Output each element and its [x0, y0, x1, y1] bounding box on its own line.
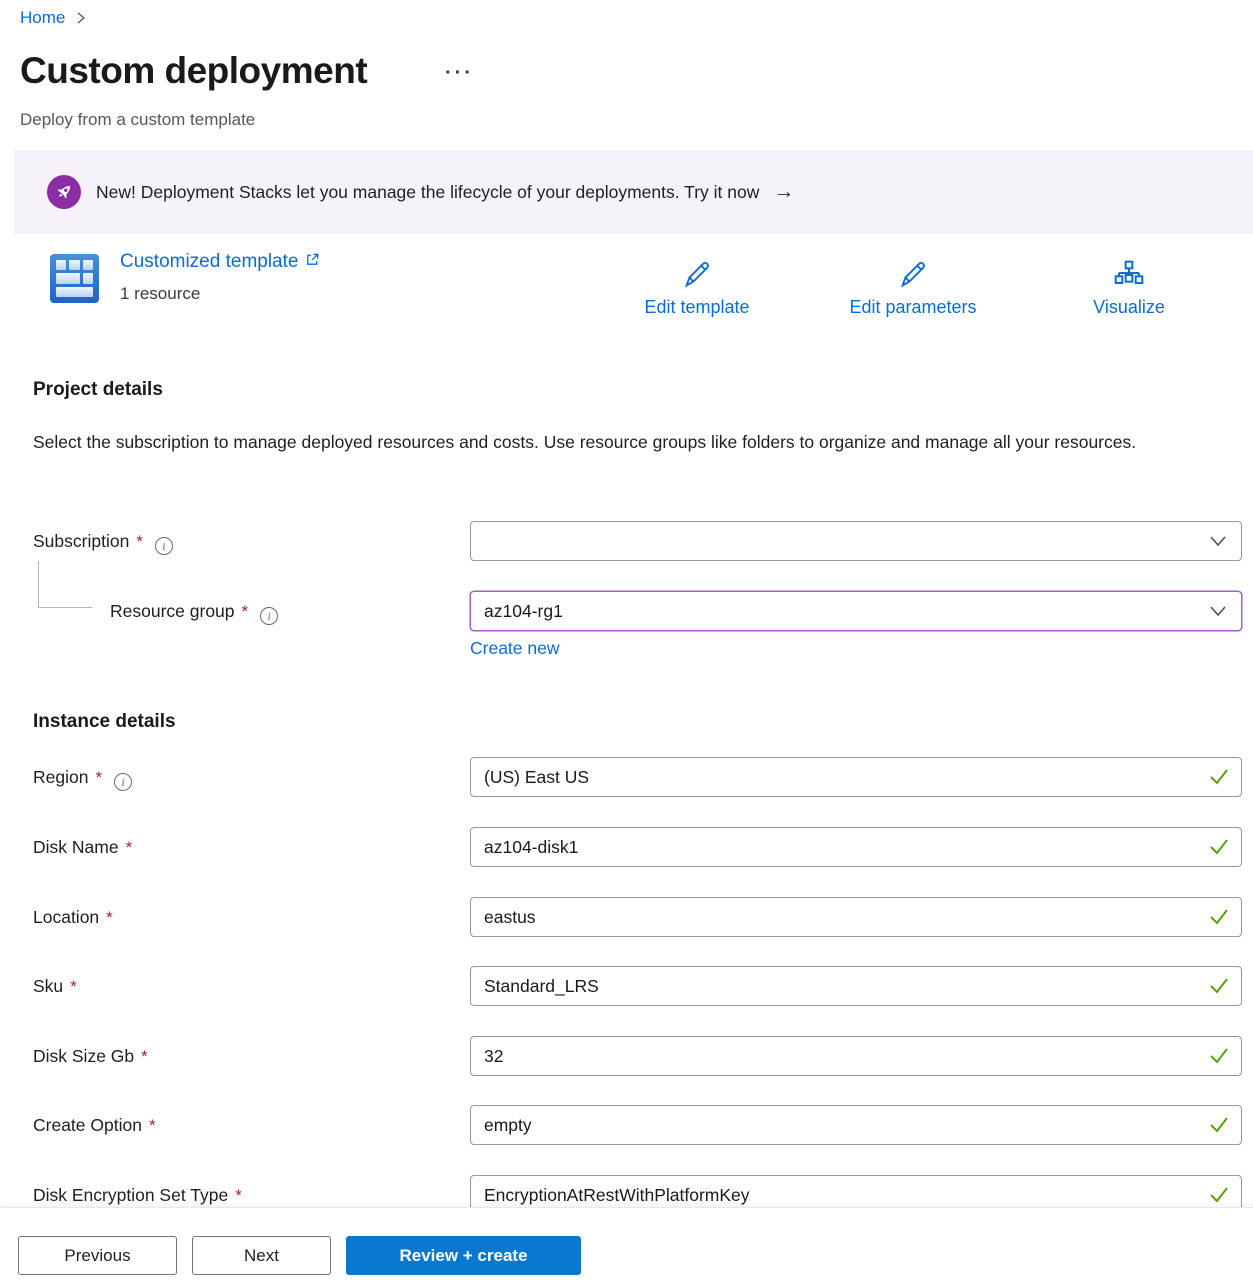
resource-group-row: Resource group*i — [0, 591, 1253, 631]
subscription-row: Subscription*i — [0, 521, 1253, 561]
edit-template-label: Edit template — [644, 297, 749, 318]
disk-name-row: Disk Name* — [0, 827, 1253, 867]
instance-details-heading: Instance details — [33, 711, 176, 733]
page-title: Custom deployment — [20, 50, 367, 92]
required-marker: * — [136, 532, 143, 551]
pencil-icon — [897, 259, 929, 294]
info-icon[interactable]: i — [155, 537, 173, 555]
create-new-link[interactable]: Create new — [470, 638, 560, 659]
create-option-row: Create Option* — [0, 1105, 1253, 1145]
customized-template-link[interactable]: Customized template — [120, 251, 320, 273]
customized-template-label: Customized template — [120, 251, 298, 273]
deployment-stacks-banner[interactable]: New! Deployment Stacks let you manage th… — [14, 150, 1253, 234]
visualize-button[interactable]: Visualize — [1021, 259, 1237, 318]
location-input[interactable] — [470, 897, 1242, 937]
breadcrumb-home-link[interactable]: Home — [20, 8, 65, 28]
edit-template-button[interactable]: Edit template — [589, 259, 805, 318]
info-icon[interactable]: i — [260, 607, 278, 625]
breadcrumb: Home — [20, 8, 87, 28]
previous-button[interactable]: Previous — [18, 1236, 177, 1275]
disk-name-input[interactable] — [470, 827, 1242, 867]
project-details-heading: Project details — [33, 379, 163, 401]
required-marker: * — [141, 1047, 148, 1066]
edit-parameters-label: Edit parameters — [849, 297, 976, 318]
sku-label: Sku* — [33, 966, 77, 1006]
required-marker: * — [106, 908, 113, 927]
resource-group-label: Resource group*i — [110, 591, 278, 631]
sku-row: Sku* — [0, 966, 1253, 1006]
subscription-label: Subscription*i — [33, 521, 173, 561]
edit-parameters-button[interactable]: Edit parameters — [805, 259, 1021, 318]
org-chart-icon — [1113, 259, 1145, 294]
custom-deployment-page: Home Custom deployment ··· Deploy from a… — [0, 0, 1253, 1280]
disk-size-row: Disk Size Gb* — [0, 1036, 1253, 1076]
required-marker: * — [235, 1186, 242, 1205]
info-icon[interactable]: i — [114, 773, 132, 791]
create-option-label: Create Option* — [33, 1105, 156, 1145]
breadcrumb-chevron-icon — [75, 11, 87, 25]
project-details-description: Select the subscription to manage deploy… — [33, 427, 1183, 458]
template-icon — [50, 254, 99, 303]
external-link-icon — [305, 251, 320, 273]
required-marker: * — [149, 1116, 156, 1135]
rocket-icon — [47, 175, 81, 209]
template-actions: Edit template Edit parameters — [589, 259, 1237, 318]
location-row: Location* — [0, 897, 1253, 937]
subscription-dropdown[interactable] — [470, 521, 1242, 561]
location-label: Location* — [33, 897, 113, 937]
region-label: Region*i — [33, 757, 132, 797]
required-marker: * — [242, 602, 249, 621]
visualize-label: Visualize — [1093, 297, 1165, 318]
resource-group-dropdown[interactable] — [470, 591, 1242, 631]
disk-size-label: Disk Size Gb* — [33, 1036, 148, 1076]
region-row: Region*i — [0, 757, 1253, 797]
page-subtitle: Deploy from a custom template — [20, 110, 255, 130]
region-input[interactable] — [470, 757, 1242, 797]
sku-input[interactable] — [470, 966, 1242, 1006]
required-marker: * — [95, 768, 102, 787]
pencil-icon — [681, 259, 713, 294]
disk-size-input[interactable] — [470, 1036, 1242, 1076]
disk-name-label: Disk Name* — [33, 827, 132, 867]
next-button[interactable]: Next — [192, 1236, 331, 1275]
resource-count: 1 resource — [120, 284, 200, 304]
banner-text: New! Deployment Stacks let you manage th… — [96, 182, 759, 203]
review-create-button[interactable]: Review + create — [346, 1236, 581, 1275]
footer-action-bar: Previous Next Review + create — [0, 1207, 1253, 1280]
required-marker: * — [126, 838, 133, 857]
create-option-input[interactable] — [470, 1105, 1242, 1145]
required-marker: * — [70, 977, 77, 996]
more-options-button[interactable]: ··· — [445, 62, 474, 85]
arrow-right-icon: → — [773, 180, 794, 204]
